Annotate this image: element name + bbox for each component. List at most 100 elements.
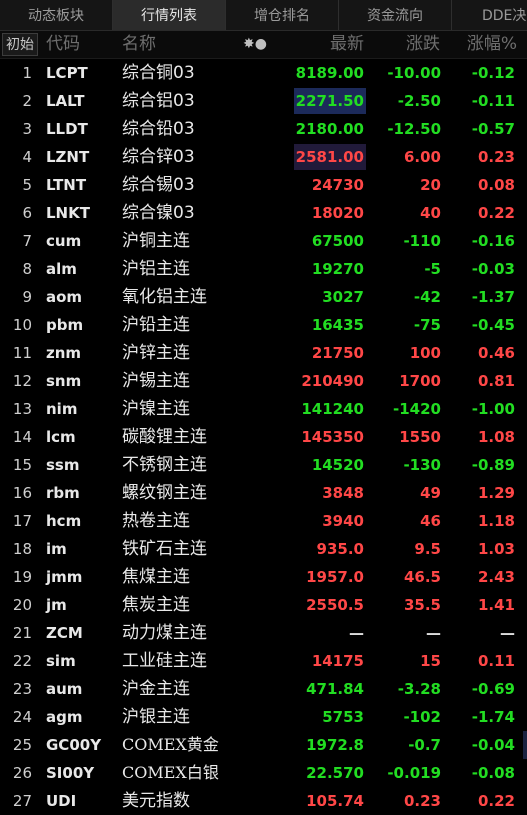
- row-code: LALT: [46, 92, 85, 110]
- table-row[interactable]: 1 LCPT 综合铜03 8189.00 -10.00 -0.12: [0, 59, 527, 87]
- row-code: ssm: [46, 456, 80, 474]
- row-change: -130: [403, 456, 441, 474]
- row-index: 24: [12, 708, 32, 726]
- row-pct: -0.57: [471, 120, 515, 138]
- table-row[interactable]: 16 rbm 螺纹钢主连 3848 49 1.29: [0, 479, 527, 507]
- row-change: -0.7: [408, 736, 441, 754]
- column-settings-icon[interactable]: ✸●: [243, 31, 267, 58]
- table-row[interactable]: 13 nim 沪镍主连 141240 -1420 -1.00: [0, 395, 527, 423]
- row-pct: 1.08: [477, 428, 515, 446]
- row-name: 综合锌03: [122, 147, 195, 167]
- row-index: 12: [12, 372, 32, 390]
- row-index: 23: [12, 680, 32, 698]
- row-price: 8189.00: [295, 64, 364, 82]
- row-change: -110: [403, 232, 441, 250]
- table-row[interactable]: 8 alm 沪铝主连 19270 -5 -0.03: [0, 255, 527, 283]
- row-change: -3.28: [397, 680, 441, 698]
- row-index: 9: [22, 288, 32, 306]
- row-pct: 1.41: [477, 596, 515, 614]
- row-code: alm: [46, 260, 77, 278]
- tab-capital-flow[interactable]: 资金流向: [339, 0, 452, 30]
- row-change: 100: [409, 344, 441, 362]
- tab-dynamic-sector[interactable]: 动态板块: [0, 0, 113, 30]
- table-row[interactable]: 18 im 铁矿石主连 935.0 9.5 1.03: [0, 535, 527, 563]
- row-price: 67500: [311, 232, 364, 250]
- column-header-change[interactable]: 涨跌: [406, 31, 440, 58]
- table-row[interactable]: 6 LNKT 综合镍03 18020 40 0.22: [0, 199, 527, 227]
- row-change: 20: [420, 176, 441, 194]
- row-name: COMEX白银: [122, 763, 219, 782]
- table-row[interactable]: 14 lcm 碳酸锂主连 145350 1550 1.08: [0, 423, 527, 451]
- row-pct: -0.45: [471, 316, 515, 334]
- tab-dde-decision[interactable]: DDE决策: [452, 0, 527, 30]
- table-row[interactable]: 25 GC00Y COMEX黄金 1972.8 -0.7 -0.04: [0, 731, 527, 759]
- row-code: LLDT: [46, 120, 88, 138]
- column-header-pct[interactable]: 涨幅%: [467, 31, 517, 58]
- row-index: 2: [22, 92, 32, 110]
- tab-position-ranking[interactable]: 增仓排名: [226, 0, 339, 30]
- row-index: 22: [12, 652, 32, 670]
- table-row[interactable]: 5 LTNT 综合锡03 24730 20 0.08: [0, 171, 527, 199]
- row-name: 沪铝主连: [122, 259, 190, 279]
- table-row[interactable]: 20 jm 焦炭主连 2550.5 35.5 1.41: [0, 591, 527, 619]
- row-name: 铁矿石主连: [122, 539, 207, 559]
- row-pct: 0.46: [477, 344, 515, 362]
- row-code: LCPT: [46, 64, 88, 82]
- table-row[interactable]: 12 snm 沪锡主连 210490 1700 0.81: [0, 367, 527, 395]
- table-row[interactable]: 10 pbm 沪铅主连 16435 -75 -0.45: [0, 311, 527, 339]
- column-header: 初始 代码 名称 ✸● 最新 涨跌 涨幅%: [0, 31, 527, 59]
- row-price: 16435: [311, 316, 364, 334]
- table-row[interactable]: 9 aom 氧化铝主连 3027 -42 -1.37: [0, 283, 527, 311]
- table-row[interactable]: 17 hcm 热卷主连 3940 46 1.18: [0, 507, 527, 535]
- table-row[interactable]: 22 sim 工业硅主连 14175 15 0.11: [0, 647, 527, 675]
- scroll-edge-marker: [523, 731, 527, 759]
- row-change: -5: [424, 260, 441, 278]
- table-row[interactable]: 2 LALT 综合铝03 2271.50 -2.50 -0.11: [0, 87, 527, 115]
- row-index: 21: [12, 624, 32, 642]
- table-row[interactable]: 15 ssm 不锈钢主连 14520 -130 -0.89: [0, 451, 527, 479]
- row-pct: 2.43: [477, 568, 515, 586]
- tab-quote-list[interactable]: 行情列表: [113, 0, 226, 30]
- table-row[interactable]: 7 cum 沪铜主连 67500 -110 -0.16: [0, 227, 527, 255]
- table-row[interactable]: 27 UDI 美元指数 105.74 0.23 0.22: [0, 787, 527, 815]
- table-row[interactable]: 24 agm 沪银主连 5753 -102 -1.74: [0, 703, 527, 731]
- row-index: 1: [22, 64, 32, 82]
- row-pct: -0.04: [471, 736, 515, 754]
- row-change: -0.019: [387, 764, 441, 782]
- row-change: -12.50: [387, 120, 441, 138]
- row-change: -10.00: [387, 64, 441, 82]
- row-pct: -1.37: [471, 288, 515, 306]
- column-header-code[interactable]: 代码: [46, 31, 80, 58]
- column-header-name[interactable]: 名称: [122, 31, 156, 58]
- row-price: 2581.00: [293, 144, 366, 170]
- table-row[interactable]: 23 aum 沪金主连 471.84 -3.28 -0.69: [0, 675, 527, 703]
- table-row[interactable]: 19 jmm 焦煤主连 1957.0 46.5 2.43: [0, 563, 527, 591]
- table-row[interactable]: 26 SI00Y COMEX白银 22.570 -0.019 -0.08: [0, 759, 527, 787]
- row-name: 动力煤主连: [122, 623, 207, 643]
- table-row[interactable]: 4 LZNT 综合锌03 2581.00 6.00 0.23: [0, 143, 527, 171]
- row-price: 3940: [322, 512, 364, 530]
- row-name: 螺纹钢主连: [122, 483, 207, 503]
- table-row[interactable]: 21 ZCM 动力煤主连 — — —: [0, 619, 527, 647]
- row-price: 1972.8: [306, 736, 364, 754]
- row-index: 8: [22, 260, 32, 278]
- row-price: 3848: [322, 484, 364, 502]
- row-index: 18: [12, 540, 32, 558]
- row-price: 14175: [311, 652, 364, 670]
- row-code: aom: [46, 288, 83, 306]
- table-row[interactable]: 11 znm 沪锌主连 21750 100 0.46: [0, 339, 527, 367]
- column-header-price[interactable]: 最新: [330, 31, 364, 58]
- table-row[interactable]: 3 LLDT 综合铅03 2180.00 -12.50 -0.57: [0, 115, 527, 143]
- row-pct: 0.81: [477, 372, 515, 390]
- row-code: im: [46, 540, 67, 558]
- row-change: 15: [420, 652, 441, 670]
- row-price: 2271.50: [293, 88, 366, 114]
- init-button[interactable]: 初始: [2, 33, 38, 56]
- row-change: 40: [420, 204, 441, 222]
- row-name: 热卷主连: [122, 511, 190, 531]
- row-code: rbm: [46, 484, 80, 502]
- row-pct: -1.00: [471, 400, 515, 418]
- row-pct: -0.89: [471, 456, 515, 474]
- row-code: hcm: [46, 512, 82, 530]
- row-name: 综合铜03: [122, 63, 195, 83]
